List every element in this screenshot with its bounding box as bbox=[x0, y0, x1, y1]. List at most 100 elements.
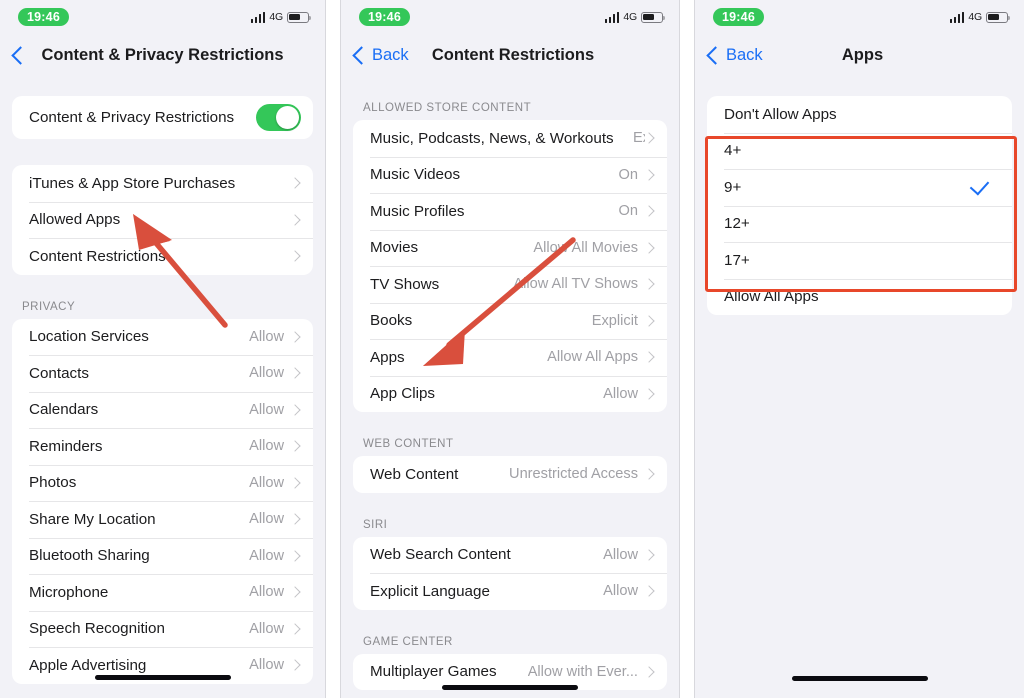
chevron-right-icon bbox=[289, 331, 301, 343]
panel-gap-2 bbox=[680, 0, 694, 698]
row-value: Allow bbox=[249, 328, 284, 345]
panel-content-restrictions: 19:46 4G Back Content Restrictions ALLOW… bbox=[340, 0, 680, 698]
row-label: Location Services bbox=[29, 328, 149, 346]
privacy-group: Location Services Allow Contacts Allow C… bbox=[12, 318, 313, 684]
row-value: Allow bbox=[249, 547, 284, 564]
chevron-right-icon bbox=[289, 477, 301, 489]
content-privacy-toggle[interactable] bbox=[256, 104, 301, 131]
option-4-plus[interactable]: 4+ bbox=[707, 132, 1012, 170]
row-tv-shows[interactable]: TV Shows Allow All TV Shows bbox=[353, 266, 667, 303]
store-content-group: Music, Podcasts, News, & Workouts Explic… bbox=[353, 120, 667, 412]
chevron-right-icon bbox=[289, 623, 301, 635]
row-label: TV Shows bbox=[370, 275, 440, 293]
restrictions-group: iTunes & App Store Purchases Allowed App… bbox=[12, 165, 313, 275]
row-web-search-content[interactable]: Web Search Content Allow bbox=[353, 537, 667, 574]
home-indicator bbox=[791, 676, 928, 681]
row-music-podcasts-news-workouts[interactable]: Music, Podcasts, News, & Workouts Explic… bbox=[353, 120, 667, 157]
row-label: Calendars bbox=[29, 401, 99, 419]
status-indicators: 4G bbox=[250, 11, 312, 23]
row-value: Allow bbox=[603, 546, 638, 563]
chevron-right-icon bbox=[643, 351, 655, 363]
row-movies[interactable]: Movies Allow All Movies bbox=[353, 229, 667, 267]
row-calendars[interactable]: Calendars Allow bbox=[12, 391, 313, 429]
chevron-right-icon bbox=[643, 388, 655, 400]
siri-group: Web Search Content Allow Explicit Langua… bbox=[353, 536, 667, 610]
chevron-right-icon bbox=[289, 214, 301, 226]
row-value: Explicit bbox=[591, 312, 638, 329]
row-speech-recognition[interactable]: Speech Recognition Allow bbox=[12, 610, 313, 648]
section-header-allowed-store-content: ALLOWED STORE CONTENT bbox=[363, 102, 532, 114]
checkmark-icon bbox=[969, 175, 990, 196]
row-label: Explicit Language bbox=[370, 582, 490, 600]
option-dont-allow-apps[interactable]: Don't Allow Apps bbox=[707, 96, 1012, 133]
row-explicit-language[interactable]: Explicit Language Allow bbox=[353, 573, 667, 610]
row-label: Bluetooth Sharing bbox=[29, 547, 150, 565]
option-17-plus[interactable]: 17+ bbox=[707, 242, 1012, 279]
row-photos[interactable]: Photos Allow bbox=[12, 464, 313, 502]
chevron-right-icon bbox=[643, 315, 655, 327]
row-value: On bbox=[618, 166, 638, 183]
row-contacts[interactable]: Contacts Allow bbox=[12, 355, 313, 392]
option-label: 9+ bbox=[724, 178, 742, 196]
row-label: Reminders bbox=[29, 437, 103, 455]
chevron-right-icon bbox=[643, 585, 655, 597]
option-12-plus[interactable]: 12+ bbox=[707, 205, 1012, 243]
row-value: Unrestricted Access bbox=[509, 466, 638, 483]
row-itunes-app-store-purchases[interactable]: iTunes & App Store Purchases bbox=[12, 165, 313, 202]
panel-gap-1 bbox=[326, 0, 340, 698]
three-panel-screenshot: 19:46 4G Content & Privacy Restrictions … bbox=[0, 0, 1024, 698]
back-button[interactable] bbox=[11, 45, 31, 65]
row-microphone[interactable]: Microphone Allow bbox=[12, 574, 313, 611]
back-button[interactable]: Back bbox=[706, 45, 763, 65]
chevron-right-icon bbox=[289, 177, 301, 189]
row-allowed-apps[interactable]: Allowed Apps bbox=[12, 201, 313, 239]
chevron-right-icon bbox=[289, 586, 301, 598]
option-label: 4+ bbox=[724, 142, 742, 160]
chevron-right-icon bbox=[643, 278, 655, 290]
battery-icon bbox=[986, 11, 1011, 23]
option-9-plus[interactable]: 9+ bbox=[707, 169, 1012, 206]
row-location-services[interactable]: Location Services Allow bbox=[12, 319, 313, 356]
section-header-game-center: GAME CENTER bbox=[363, 635, 453, 648]
status-bar: 19:46 4G bbox=[0, 0, 325, 34]
row-content-restrictions[interactable]: Content Restrictions bbox=[12, 238, 313, 275]
row-label: Microphone bbox=[29, 583, 109, 601]
row-music-videos[interactable]: Music Videos On bbox=[353, 156, 667, 194]
back-button-label: Back bbox=[726, 45, 763, 64]
row-content-privacy-restrictions-toggle[interactable]: Content & Privacy Restrictions bbox=[12, 96, 313, 139]
option-label: Allow All Apps bbox=[724, 288, 819, 306]
row-label: App Clips bbox=[370, 385, 435, 403]
row-app-clips[interactable]: App Clips Allow bbox=[353, 375, 667, 413]
nav-bar: Back Apps bbox=[695, 34, 1024, 76]
row-value: Allow bbox=[249, 657, 284, 674]
option-allow-all-apps[interactable]: Allow All Apps bbox=[707, 278, 1012, 316]
status-time: 19:46 bbox=[359, 7, 410, 27]
row-label: Photos bbox=[29, 474, 77, 492]
row-web-content[interactable]: Web Content Unrestricted Access bbox=[353, 456, 667, 493]
back-button[interactable]: Back bbox=[352, 45, 409, 65]
row-label: Music Profiles bbox=[370, 202, 465, 220]
chevron-right-icon bbox=[289, 659, 301, 671]
chevron-right-icon bbox=[643, 132, 655, 144]
row-label: Books bbox=[370, 312, 413, 330]
row-books[interactable]: Books Explicit bbox=[353, 302, 667, 340]
status-indicators: 4G bbox=[604, 11, 666, 23]
row-label: iTunes & App Store Purchases bbox=[29, 174, 236, 192]
row-label: Music Videos bbox=[370, 166, 461, 184]
row-apps[interactable]: Apps Allow All Apps bbox=[353, 339, 667, 376]
row-bluetooth-sharing[interactable]: Bluetooth Sharing Allow bbox=[12, 537, 313, 575]
row-reminders[interactable]: Reminders Allow bbox=[12, 428, 313, 465]
chevron-left-icon bbox=[352, 45, 371, 65]
chevron-right-icon bbox=[289, 250, 301, 262]
status-bar: 19:46 4G bbox=[695, 0, 1024, 34]
row-value: Allow All Movies bbox=[533, 239, 638, 256]
row-value: Allow bbox=[603, 583, 638, 600]
chevron-right-icon bbox=[289, 404, 301, 416]
row-value: Allow All Apps bbox=[547, 349, 638, 366]
option-label: 17+ bbox=[724, 251, 750, 269]
network-type-label: 4G bbox=[623, 11, 637, 23]
row-label: Content Restrictions bbox=[29, 247, 166, 265]
row-share-my-location[interactable]: Share My Location Allow bbox=[12, 501, 313, 538]
chevron-left-icon bbox=[11, 45, 30, 65]
row-music-profiles[interactable]: Music Profiles On bbox=[353, 193, 667, 230]
